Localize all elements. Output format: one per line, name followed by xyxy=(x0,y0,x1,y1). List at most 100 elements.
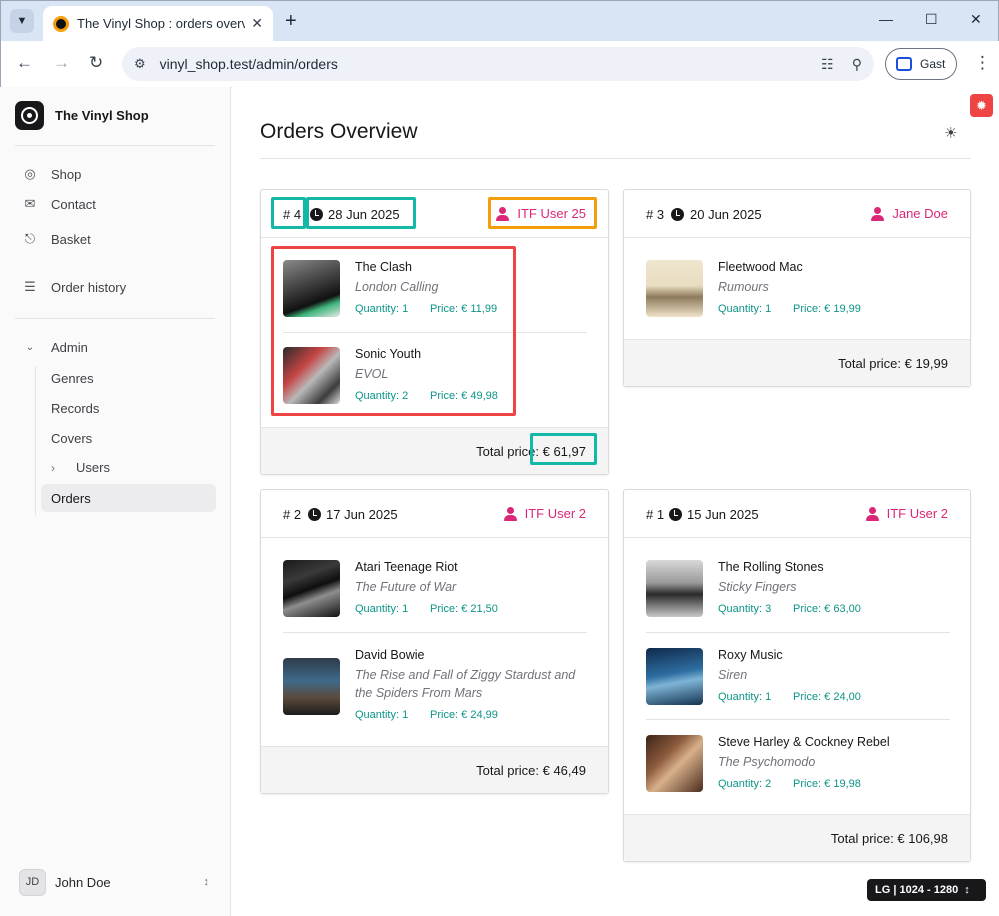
mail-icon: ✉ xyxy=(24,196,36,211)
item-price: Price: € 24,99 xyxy=(430,709,498,721)
order-user[interactable]: ITF User 2 xyxy=(503,506,586,521)
order-item: Atari Teenage Riot The Future of War Qua… xyxy=(283,560,587,620)
close-window-button[interactable]: ✕ xyxy=(970,11,982,28)
item-artist: Atari Teenage Riot xyxy=(355,560,458,574)
sidebar-item-shop[interactable]: ◎ Shop xyxy=(21,161,81,187)
item-artist: The Clash xyxy=(355,260,412,274)
sidebar-item-users[interactable]: Users xyxy=(76,460,110,475)
browser-menu-icon[interactable]: ⋮ xyxy=(974,53,991,73)
address-bar[interactable]: ⚙ vinyl_shop.test/admin/orders ☷ ⚲ xyxy=(122,47,874,81)
title-divider xyxy=(260,158,971,159)
forward-icon[interactable]: → xyxy=(53,53,70,73)
album-cover xyxy=(283,658,340,715)
user-icon xyxy=(865,506,879,521)
sidebar-item-genres[interactable]: Genres xyxy=(51,371,94,386)
reload-icon[interactable]: ↻ xyxy=(89,53,103,73)
order-date: 28 Jun 2025 xyxy=(328,207,400,222)
order-date: 20 Jun 2025 xyxy=(690,207,762,222)
order-user-name: ITF User 2 xyxy=(886,506,948,521)
order-user[interactable]: ITF User 25 xyxy=(496,206,586,221)
url-text: vinyl_shop.test/admin/orders xyxy=(159,56,338,72)
order-user-name: ITF User 2 xyxy=(524,506,586,521)
sidebar-item-label: Basket xyxy=(51,231,91,247)
order-header: # 4 28 Jun 2025 ITF User 25 xyxy=(261,190,608,238)
item-album: Sticky Fingers xyxy=(718,580,797,594)
maximize-button[interactable]: ☐ xyxy=(925,11,938,28)
order-date: 17 Jun 2025 xyxy=(326,507,398,522)
sidebar-item-contact[interactable]: ✉ Contact xyxy=(21,191,96,217)
order-number: # 3 xyxy=(646,207,665,222)
tab-title: The Vinyl Shop : orders overview xyxy=(77,16,245,31)
vinyl-favicon-icon xyxy=(53,15,69,32)
clock-icon xyxy=(310,208,323,221)
browser-tab[interactable]: The Vinyl Shop : orders overview ✕ xyxy=(43,6,273,41)
order-total: Total price: € 46,49 xyxy=(476,763,586,778)
order-item: The Clash London Calling Quantity: 1 Pri… xyxy=(283,260,587,320)
clock-icon xyxy=(669,508,682,521)
close-tab-icon[interactable]: ✕ xyxy=(251,15,263,32)
translate-icon[interactable]: ☷ xyxy=(821,56,834,73)
order-header: # 1 15 Jun 2025 ITF User 2 xyxy=(624,490,970,538)
item-artist: David Bowie xyxy=(355,648,425,662)
sidebar-item-order-history[interactable]: ☰ Order history xyxy=(21,274,126,300)
order-footer: Total price: € 46,49 xyxy=(261,746,608,793)
browser-toolbar: ← → ↻ ⚙ vinyl_shop.test/admin/orders ☷ ⚲… xyxy=(1,41,999,88)
disc-icon: ◎ xyxy=(24,166,36,181)
item-quantity: Quantity: 3 xyxy=(718,603,772,615)
item-divider xyxy=(283,332,587,333)
sidebar-item-admin[interactable]: ⌄ Admin xyxy=(21,334,88,360)
sidebar-divider xyxy=(15,145,215,146)
item-price: Price: € 11,99 xyxy=(430,303,498,315)
clock-icon xyxy=(308,508,321,521)
sidebar-item-covers[interactable]: Covers xyxy=(51,431,92,446)
breakpoint-label: LG | 1024 - 1280 xyxy=(875,884,959,896)
order-card: # 2 17 Jun 2025 ITF User 2 Atari Teenage… xyxy=(260,489,609,794)
order-item: Fleetwood Mac Rumours Quantity: 1 Price:… xyxy=(646,260,950,320)
tab-search-button[interactable]: ▼ xyxy=(10,9,34,33)
profile-label: Gast xyxy=(920,57,946,71)
order-user[interactable]: ITF User 2 xyxy=(865,506,948,521)
chevron-up-down-icon: ↕ xyxy=(203,876,210,888)
item-price: Price: € 63,00 xyxy=(793,603,861,615)
zoom-icon[interactable]: ⚲ xyxy=(852,56,862,73)
order-number: # 4 xyxy=(283,207,302,222)
sun-icon[interactable]: ☀ xyxy=(944,124,957,142)
item-divider xyxy=(646,719,950,720)
item-price: Price: € 24,00 xyxy=(793,691,861,703)
brand[interactable]: The Vinyl Shop xyxy=(15,101,149,130)
item-divider xyxy=(646,632,950,633)
sidebar-item-basket[interactable]: ⎋ Basket xyxy=(21,226,91,252)
page-title: Orders Overview xyxy=(260,120,418,143)
main-content: Orders Overview ☀ # 4 28 Jun 2025 ITF Us… xyxy=(232,87,999,916)
album-cover xyxy=(283,347,340,404)
brand-name: The Vinyl Shop xyxy=(55,108,149,123)
sidebar-item-orders[interactable]: Orders xyxy=(51,491,91,506)
album-cover xyxy=(646,260,703,317)
back-icon[interactable]: ← xyxy=(16,53,33,73)
cart-icon: ⎋ xyxy=(24,231,36,246)
user-menu[interactable]: JD John Doe ↕ xyxy=(19,868,209,896)
clock-icon xyxy=(671,208,684,221)
album-cover xyxy=(646,648,703,705)
item-quantity: Quantity: 1 xyxy=(718,303,772,315)
new-tab-button[interactable]: + xyxy=(285,10,297,33)
order-user[interactable]: Jane Doe xyxy=(871,206,948,221)
sidebar-item-records[interactable]: Records xyxy=(51,401,99,416)
order-item: David Bowie The Rise and Fall of Ziggy S… xyxy=(283,648,587,728)
item-quantity: Quantity: 2 xyxy=(718,778,772,790)
minimize-button[interactable]: — xyxy=(879,11,893,27)
item-price: Price: € 19,99 xyxy=(793,303,861,315)
album-cover xyxy=(646,735,703,792)
list-icon: ☰ xyxy=(24,279,36,294)
profile-button[interactable]: Gast xyxy=(885,48,957,80)
order-footer: Total price: € 106,98 xyxy=(624,814,970,861)
site-settings-icon[interactable]: ⚙ xyxy=(134,56,146,72)
debug-bug-icon[interactable]: ✹ xyxy=(970,94,993,117)
sidebar-item-label: Contact xyxy=(51,196,96,212)
order-card: # 4 28 Jun 2025 ITF User 25 The Clash Lo… xyxy=(260,189,609,475)
chevron-right-icon[interactable]: › xyxy=(51,460,55,475)
item-price: Price: € 49,98 xyxy=(430,390,498,402)
vinyl-logo-icon xyxy=(15,101,44,130)
order-header: # 3 20 Jun 2025 Jane Doe xyxy=(624,190,970,238)
order-total: Total price: € 61,97 xyxy=(476,444,586,459)
